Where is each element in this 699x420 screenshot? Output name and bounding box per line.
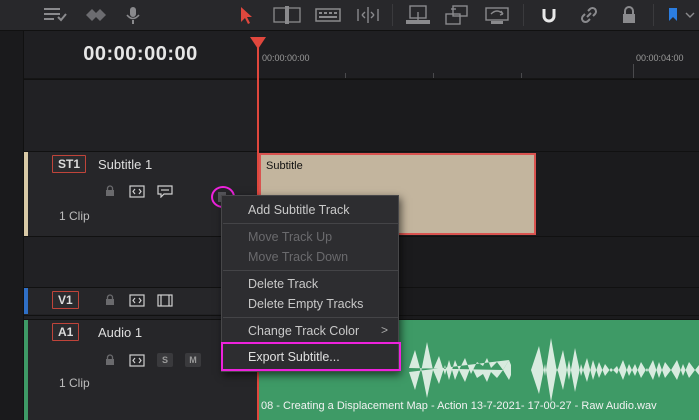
row-divider	[24, 151, 699, 152]
menu-item-delete-track[interactable]: Delete Track	[248, 277, 318, 291]
ruler-tick	[345, 73, 346, 78]
menu-item-delete-empty-tracks[interactable]: Delete Empty Tracks	[248, 297, 363, 311]
ruler-start-timecode: 00:00:00:00	[262, 53, 310, 63]
replace-icon[interactable]	[482, 4, 512, 26]
submenu-arrow-icon: >	[380, 323, 388, 337]
subtitle-clip-count: 1 Clip	[59, 209, 90, 223]
flag-icon[interactable]	[82, 4, 110, 26]
subtitle-track-color	[24, 152, 28, 236]
ruler-end-timecode: 00:00:04:00	[636, 53, 684, 63]
ruler-tick	[433, 73, 434, 78]
layout-icon[interactable]	[42, 4, 68, 26]
audio-clip-label: 08 - Creating a Displacement Map - Actio…	[261, 400, 657, 412]
lock-icon[interactable]	[102, 353, 118, 367]
menu-separator	[223, 317, 398, 318]
lock-icon[interactable]	[102, 293, 118, 307]
menu-item-move-track-up: Move Track Up	[248, 230, 333, 244]
timeline-toolbar	[0, 0, 699, 31]
toolbar-separator	[392, 4, 393, 26]
snapping-magnet-icon[interactable]	[537, 4, 561, 26]
ruler-tick	[521, 73, 522, 78]
overwrite-icon[interactable]	[442, 4, 472, 26]
track-context-menu: Add Subtitle Track Move Track Up Move Tr…	[221, 195, 401, 372]
menu-item-move-track-down: Move Track Down	[248, 250, 349, 264]
auto-select-icon[interactable]	[129, 293, 145, 307]
menu-separator	[223, 223, 398, 224]
marker-flag-icon[interactable]	[664, 4, 682, 26]
export-subtitle-highlight	[221, 342, 401, 371]
mute-button[interactable]: M	[185, 353, 201, 367]
menu-item-change-track-color[interactable]: Change Track Color	[248, 324, 359, 338]
playhead-handle[interactable]	[250, 37, 266, 49]
trim-icon[interactable]	[272, 4, 302, 26]
audio-track-badge[interactable]: A1	[52, 323, 80, 341]
caption-icon[interactable]	[157, 184, 173, 198]
audio-track-name[interactable]: Audio 1	[98, 325, 142, 340]
audio-track-color	[24, 320, 28, 420]
ruler-tick	[633, 64, 634, 78]
auto-select-icon[interactable]	[129, 184, 145, 198]
audio-clip-count: 1 Clip	[59, 376, 90, 390]
link-icon[interactable]	[577, 4, 601, 26]
lock-icon[interactable]	[102, 184, 118, 198]
toolbar-separator	[653, 4, 654, 26]
solo-button[interactable]: S	[157, 353, 173, 367]
subtitle-clip-label: Subtitle	[266, 160, 303, 172]
toolbar-separator	[523, 4, 524, 26]
lock-icon[interactable]	[617, 4, 641, 26]
video-track-badge[interactable]: V1	[52, 291, 79, 309]
menu-item-add-subtitle-track[interactable]: Add Subtitle Track	[248, 203, 349, 217]
insert-icon[interactable]	[403, 4, 433, 26]
timeline-ruler[interactable]: 00:00:00:00 00:00:04:00	[257, 31, 699, 79]
subtitle-track-badge[interactable]: ST1	[52, 155, 87, 173]
film-strip-icon[interactable]	[157, 293, 173, 307]
timecode-display: 00:00:00:00	[24, 31, 257, 79]
select-arrow-icon[interactable]	[236, 4, 256, 26]
row-divider	[24, 79, 699, 80]
subtitle-track-name[interactable]: Subtitle 1	[98, 157, 152, 172]
blade-icon[interactable]	[313, 4, 343, 26]
microphone-icon[interactable]	[122, 4, 144, 26]
dynamic-trim-icon[interactable]	[354, 4, 382, 26]
left-edge-panel	[0, 31, 24, 420]
menu-separator	[223, 270, 398, 271]
auto-select-icon[interactable]	[129, 353, 145, 367]
chevron-down-icon[interactable]	[684, 4, 696, 26]
video-track-color	[24, 288, 28, 314]
